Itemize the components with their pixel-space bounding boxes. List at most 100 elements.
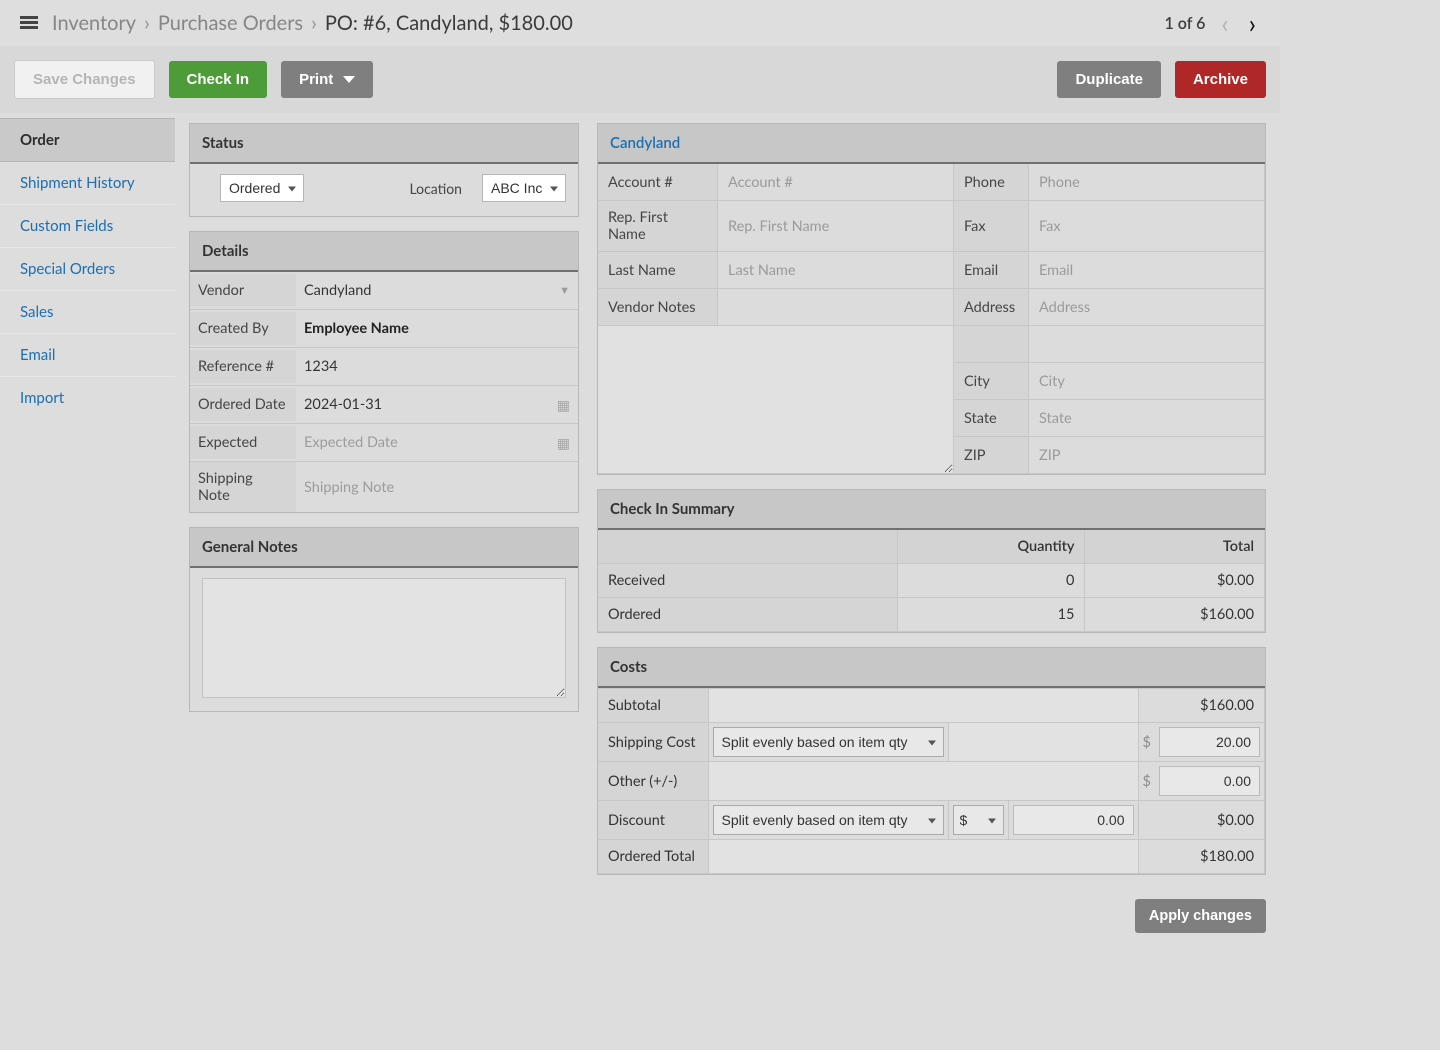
vendor-repfirst-label: Rep. First Name — [598, 201, 718, 252]
status-header: Status — [190, 124, 578, 164]
chevron-down-icon: ▼ — [559, 284, 570, 297]
vendor-zip-input[interactable]: ZIP — [1029, 437, 1265, 474]
vendor-address-input[interactable]: Address — [1029, 289, 1265, 326]
table-row: Discount Split evenly based on item qty — [598, 801, 1265, 840]
discount-value: $0.00 — [1138, 801, 1265, 840]
ordered-date-label: Ordered Date — [190, 388, 296, 421]
checkin-received-total: $0.00 — [1085, 564, 1265, 598]
calendar-icon[interactable]: ▦ — [557, 434, 570, 452]
status-panel: Status Ordered Location ABC Inc — [189, 123, 579, 217]
general-notes-textarea[interactable] — [202, 578, 566, 698]
vendor-fax-input[interactable]: Fax — [1029, 201, 1265, 252]
vendor-phone-label: Phone — [954, 164, 1029, 201]
ordered-date-value[interactable]: 2024-01-31 ▦ — [296, 388, 578, 422]
expected-value[interactable]: Expected Date ▦ — [296, 426, 578, 460]
main-area: Order Shipment History Custom Fields Spe… — [0, 113, 1280, 963]
general-notes-header: General Notes — [190, 528, 578, 568]
menu-icon[interactable] — [20, 16, 38, 30]
other-cost-input[interactable] — [1159, 766, 1260, 796]
table-row: Ordered 15 $160.00 — [598, 598, 1265, 632]
vendor-repfirst-input[interactable]: Rep. First Name — [718, 201, 954, 252]
shipping-note-value[interactable]: Shipping Note — [296, 471, 578, 504]
vendor-value: Candyland — [304, 282, 371, 299]
vendor-state-label: State — [954, 400, 1029, 437]
vendor-notes-area — [598, 326, 954, 474]
shipping-split-select[interactable]: Split evenly based on item qty — [713, 727, 944, 757]
checkin-col-total: Total — [1085, 530, 1265, 564]
tab-order[interactable]: Order — [0, 118, 175, 162]
vendor-email-input[interactable]: Email — [1029, 252, 1265, 289]
location-select[interactable]: ABC Inc — [482, 174, 566, 202]
vendor-city-input[interactable]: City — [1029, 363, 1265, 400]
createdby-label: Created By — [190, 312, 296, 345]
shipping-cost-input[interactable] — [1159, 727, 1260, 757]
expected-placeholder: Expected Date — [304, 434, 398, 451]
vendor-fax-label: Fax — [954, 201, 1029, 252]
vendor-notes-label: Vendor Notes — [598, 289, 718, 326]
chevron-right-icon: › — [144, 11, 150, 35]
discount-unit-select[interactable]: $ — [953, 805, 1004, 835]
pager-prev-icon: ‹ — [1217, 10, 1232, 36]
vendor-select[interactable]: Candyland ▼ — [296, 274, 578, 307]
table-row: Subtotal $160.00 — [598, 689, 1265, 723]
breadcrumb-root[interactable]: Inventory — [52, 11, 136, 35]
duplicate-button[interactable]: Duplicate — [1057, 61, 1161, 98]
table-row: Shipping Cost Split evenly based on item… — [598, 723, 1265, 762]
vendor-account-input[interactable]: Account # — [718, 164, 954, 201]
shipping-cost-label: Shipping Cost — [598, 723, 708, 762]
breadcrumb-bar: Inventory › Purchase Orders › PO: #6, Ca… — [0, 0, 1280, 46]
other-label: Other (+/-) — [598, 762, 708, 801]
reference-label: Reference # — [190, 350, 296, 383]
createdby-value: Employee Name — [296, 312, 578, 345]
breadcrumb-current: PO: #6, Candyland, $180.00 — [325, 11, 573, 35]
tab-import[interactable]: Import — [0, 377, 175, 419]
apply-changes-button[interactable]: Apply changes — [1135, 899, 1266, 933]
table-row: Other (+/-) $ — [598, 762, 1265, 801]
checkin-ordered-label: Ordered — [598, 598, 898, 632]
discount-amount-input[interactable] — [1013, 805, 1134, 835]
vendor-address2-input[interactable] — [1029, 326, 1265, 363]
location-select-wrap[interactable]: ABC Inc — [482, 174, 566, 202]
side-tabs: Order Shipment History Custom Fields Spe… — [0, 113, 175, 419]
costs-panel: Costs Subtotal $160.00 — [597, 647, 1266, 875]
checkin-received-label: Received — [598, 564, 898, 598]
vendor-notes-textarea[interactable] — [598, 326, 953, 473]
archive-button[interactable]: Archive — [1175, 61, 1266, 98]
vendor-panel-header[interactable]: Candyland — [598, 124, 1265, 164]
tab-sales[interactable]: Sales — [0, 291, 175, 334]
vendor-notes-spacer — [718, 289, 954, 326]
status-select[interactable]: Ordered — [220, 174, 304, 202]
discount-label: Discount — [598, 801, 708, 840]
tab-special-orders[interactable]: Special Orders — [0, 248, 175, 291]
tab-email[interactable]: Email — [0, 334, 175, 377]
subtotal-value: $160.00 — [1138, 689, 1265, 723]
discount-split-select[interactable]: Split evenly based on item qty — [713, 805, 944, 835]
tab-shipment-history[interactable]: Shipment History — [0, 162, 175, 205]
subtotal-label: Subtotal — [598, 689, 708, 723]
ordered-total-value: $180.00 — [1138, 840, 1265, 874]
vendor-state-input[interactable]: State — [1029, 400, 1265, 437]
checkin-received-qty: 0 — [898, 564, 1085, 598]
tab-custom-fields[interactable]: Custom Fields — [0, 205, 175, 248]
print-button-label: Print — [299, 71, 333, 88]
pager-next-icon[interactable]: › — [1245, 10, 1260, 36]
vendor-email-label: Email — [954, 252, 1029, 289]
print-button[interactable]: Print — [281, 61, 373, 98]
breadcrumb-purchase-orders[interactable]: Purchase Orders — [158, 11, 303, 35]
checkin-header: Check In Summary — [598, 490, 1265, 530]
checkin-ordered-total: $160.00 — [1085, 598, 1265, 632]
details-panel: Details Vendor Candyland ▼ Created By Em… — [189, 231, 579, 513]
vendor-address2-label — [954, 326, 1029, 363]
shipping-note-label: Shipping Note — [190, 462, 296, 512]
costs-header: Costs — [598, 648, 1265, 688]
toolbar: Save Changes Check In Print Duplicate Ar… — [0, 46, 1280, 113]
currency-icon: $ — [1143, 734, 1155, 751]
check-in-button[interactable]: Check In — [169, 61, 268, 98]
general-notes-panel: General Notes — [189, 527, 579, 712]
vendor-lastname-input[interactable]: Last Name — [718, 252, 954, 289]
reference-value[interactable]: 1234 — [296, 350, 578, 383]
status-select-wrap[interactable]: Ordered — [220, 174, 304, 202]
vendor-phone-input[interactable]: Phone — [1029, 164, 1265, 201]
calendar-icon[interactable]: ▦ — [557, 396, 570, 414]
currency-icon: $ — [1143, 773, 1155, 790]
